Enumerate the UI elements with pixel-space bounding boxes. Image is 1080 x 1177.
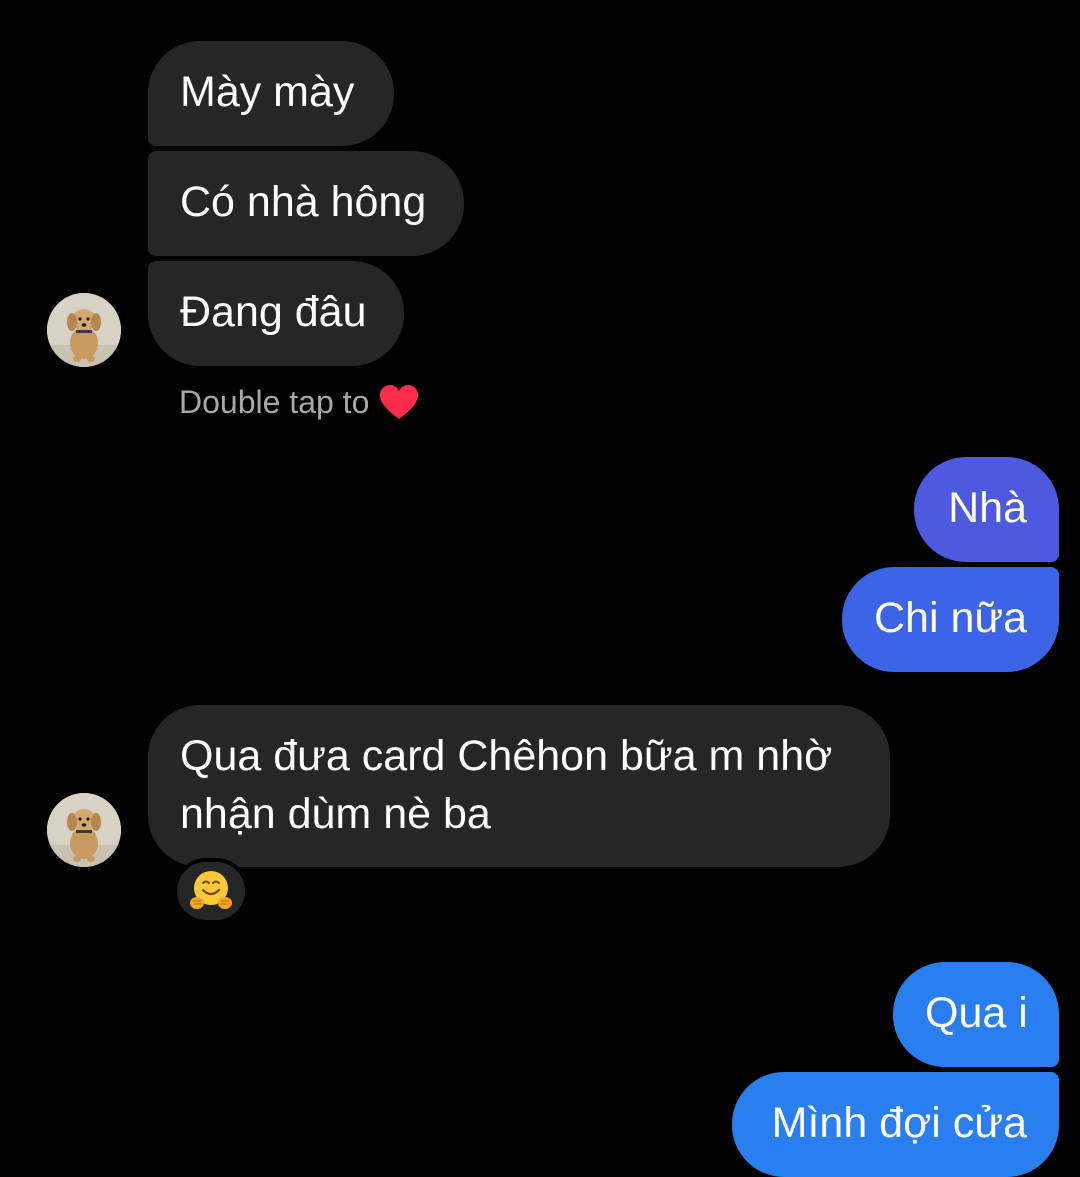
message-text: Có nhà hông [180, 178, 427, 226]
puppy-avatar-icon [47, 793, 121, 867]
message-received-4[interactable]: Qua đưa card Chêhon bữa m nhờ nhận dùm n… [148, 705, 890, 867]
message-text: Chi nữa [874, 594, 1028, 642]
message-text: Đang đâu [180, 288, 367, 336]
sender-avatar[interactable] [47, 793, 121, 867]
message-received-3[interactable]: Đang đâu [148, 261, 404, 366]
sender-avatar[interactable] [47, 293, 121, 367]
message-sent-1[interactable]: Nhà [914, 457, 1059, 562]
message-sent-3[interactable]: Qua i [893, 962, 1059, 1067]
hugging-face-emoji-icon [190, 871, 232, 909]
message-text: Mình đợi cửa [771, 1099, 1027, 1147]
message-received-2[interactable]: Có nhà hông [148, 151, 464, 256]
message-text: Nhà [948, 484, 1027, 532]
message-sent-4[interactable]: Mình đợi cửa [732, 1072, 1059, 1177]
puppy-avatar-icon [47, 293, 121, 367]
message-received-1[interactable]: Mày mày [148, 41, 394, 146]
message-reaction[interactable] [173, 858, 249, 924]
hint-text: Double tap to [179, 384, 370, 420]
red-heart-icon [380, 385, 419, 419]
message-text-line-2: nhận dùm nè ba [180, 790, 491, 838]
message-text: Qua i [925, 989, 1028, 1037]
double-tap-hint: Double tap to [179, 380, 419, 424]
message-text-line-1: Qua đưa card Chêhon bữa m nhờ [180, 732, 833, 780]
message-sent-2[interactable]: Chi nữa [842, 567, 1059, 672]
message-text: Mày mày [180, 68, 355, 116]
